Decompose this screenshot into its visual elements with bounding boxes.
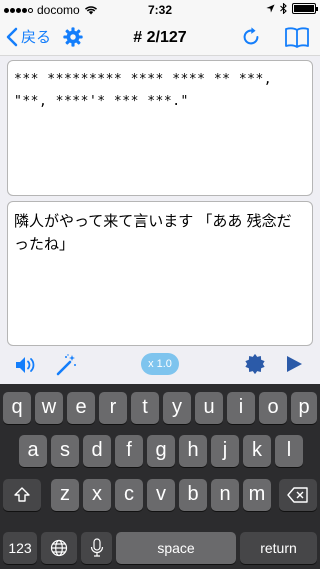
back-label: 戻る (21, 29, 52, 46)
key-a[interactable]: a (19, 435, 47, 467)
key-h[interactable]: h (179, 435, 207, 467)
key-i[interactable]: i (227, 392, 255, 424)
masked-sentence-text: *** ********* **** **** ** ***, "**, ***… (14, 72, 273, 109)
status-bar: docomo 7:32 (0, 0, 320, 20)
delete-key[interactable] (279, 479, 317, 511)
key-y[interactable]: y (163, 392, 191, 424)
badge-icon[interactable] (244, 353, 266, 375)
nav-bar: 戻る # 2/127 (0, 20, 320, 56)
key-c[interactable]: c (115, 479, 143, 511)
key-t[interactable]: t (131, 392, 159, 424)
speed-button[interactable]: x 1.0 (141, 353, 179, 375)
globe-key[interactable] (41, 532, 77, 564)
globe-icon (50, 539, 68, 557)
microphone-key[interactable] (81, 532, 112, 564)
key-m[interactable]: m (243, 479, 271, 511)
battery-fill (294, 5, 314, 12)
key-d[interactable]: d (83, 435, 111, 467)
key-z[interactable]: z (51, 479, 79, 511)
translation-text: 隣人がやって来て言います 「ああ 残念だったね」 (14, 213, 292, 253)
shift-key[interactable] (3, 479, 41, 511)
key-e[interactable]: e (67, 392, 95, 424)
key-o[interactable]: o (259, 392, 287, 424)
speaker-icon[interactable] (14, 354, 38, 376)
key-v[interactable]: v (147, 479, 175, 511)
translation-box[interactable]: 隣人がやって来て言います 「ああ 残念だったね」 (7, 201, 313, 346)
chevron-left-icon (6, 27, 18, 46)
delete-icon (287, 487, 308, 503)
key-q[interactable]: q (3, 392, 31, 424)
playback-toolbar: x 1.0 (0, 348, 320, 384)
numbers-key[interactable]: 123 (3, 532, 37, 564)
location-arrow-icon (266, 4, 275, 13)
magic-wand-icon[interactable] (54, 353, 78, 377)
key-u[interactable]: u (195, 392, 223, 424)
keyboard: q w e r t y u i o p a s d f g h j k l z … (0, 384, 320, 569)
key-f[interactable]: f (115, 435, 143, 467)
battery-icon (292, 3, 318, 14)
key-s[interactable]: s (51, 435, 79, 467)
refresh-icon[interactable] (240, 26, 262, 48)
play-icon[interactable] (284, 354, 304, 374)
status-right (266, 3, 318, 14)
key-l[interactable]: l (275, 435, 303, 467)
bluetooth-icon (280, 3, 287, 14)
key-w[interactable]: w (35, 392, 63, 424)
key-r[interactable]: r (99, 392, 127, 424)
return-key[interactable]: return (240, 532, 317, 564)
key-n[interactable]: n (211, 479, 239, 511)
key-x[interactable]: x (83, 479, 111, 511)
gear-icon[interactable] (62, 26, 84, 48)
key-p[interactable]: p (291, 392, 317, 424)
shift-icon (14, 487, 30, 502)
masked-sentence-box[interactable]: *** ********* **** **** ** ***, "**, ***… (7, 60, 313, 196)
book-icon[interactable] (284, 25, 310, 49)
key-b[interactable]: b (179, 479, 207, 511)
key-k[interactable]: k (243, 435, 271, 467)
key-j[interactable]: j (211, 435, 239, 467)
key-g[interactable]: g (147, 435, 175, 467)
microphone-icon (90, 538, 103, 557)
space-key[interactable]: space (116, 532, 236, 564)
back-button[interactable]: 戻る (6, 26, 51, 47)
